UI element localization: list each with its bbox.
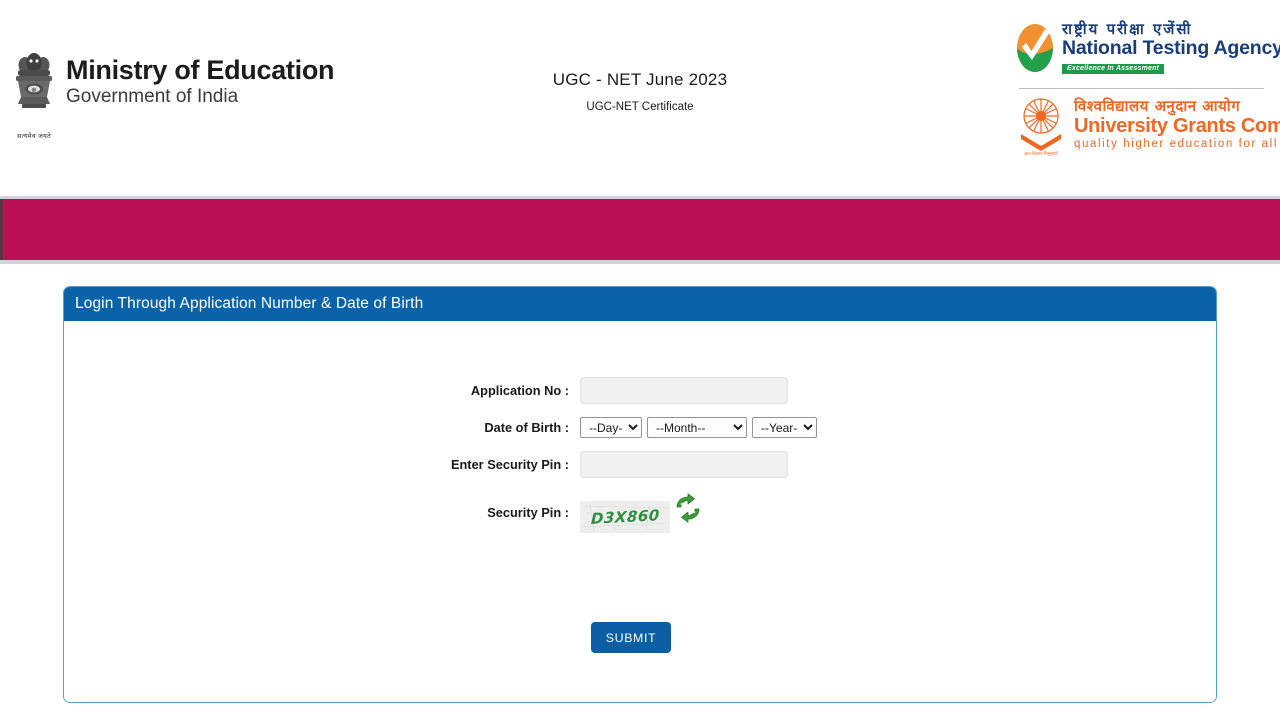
nta-checkmark-icon [1017, 24, 1053, 72]
dob-year-select[interactable]: --Year-- [752, 417, 817, 438]
exam-title-block: UGC - NET June 2023 UGC-NET Certificate [440, 70, 840, 113]
refresh-circular-arrows-icon [676, 493, 700, 523]
ugc-hindi-name: विश्वविद्यालय अनुदान आयोग [1074, 97, 1241, 116]
submit-row: SUBMIT [591, 622, 671, 653]
security-pin-row: Security Pin : D3X860 [64, 491, 1216, 533]
ugc-english-name: University Grants Commission [1074, 115, 1280, 138]
security-pin-input[interactable] [580, 451, 788, 478]
login-form: Application No : Date of Birth : --Day--… [64, 321, 1216, 702]
agency-logos: राष्ट्रीय परीक्षा एजेंसी National Testin… [1014, 14, 1280, 156]
navbar-items-container [3, 199, 1280, 260]
application-no-label: Application No : [470, 383, 569, 398]
emblem-caption: सत्यमेव जयते [17, 132, 51, 140]
date-of-birth-row: Date of Birth : --Day-- --Month-- --Year… [64, 417, 1216, 438]
enter-security-pin-row: Enter Security Pin : [64, 451, 1216, 478]
exam-name: UGC - NET June 2023 [552, 70, 728, 89]
svg-text:ज्ञान-विज्ञान विमुक्तये: ज्ञान-विज्ञान विमुक्तये [1024, 150, 1058, 156]
site-header: ☸ सत्यमेव जयते Ministry of Education Gov… [0, 0, 1280, 196]
security-pin-label: Security Pin : [487, 505, 569, 520]
logo-divider [1019, 88, 1264, 89]
refresh-captcha-button[interactable] [673, 493, 703, 523]
nta-tagline: Excellence In Assessment [1062, 63, 1165, 74]
ministry-subtitle: Government of India [66, 86, 239, 108]
captcha-image: D3X860 [580, 501, 670, 533]
dob-day-select[interactable]: --Day-- [580, 417, 642, 438]
nta-english-name: National Testing Agency [1062, 36, 1280, 59]
captcha-text: D3X860 [590, 506, 660, 528]
login-panel-title: Login Through Application Number & Date … [64, 287, 1216, 321]
application-no-input[interactable] [580, 377, 788, 404]
login-panel: Login Through Application Number & Date … [63, 286, 1217, 703]
nta-hindi-name: राष्ट्रीय परीक्षा एजेंसी [1062, 19, 1193, 38]
svg-text:☸: ☸ [31, 87, 36, 94]
enter-security-pin-label: Enter Security Pin : [450, 457, 569, 472]
ugc-logo: ज्ञान-विज्ञान विमुक्तये विश्वविद्यालय अन… [1014, 94, 1280, 156]
ugc-tagline: quality higher education for all [1074, 138, 1278, 151]
application-no-row: Application No : [64, 377, 1216, 404]
nta-logo: राष्ट्रीय परीक्षा एजेंसी National Testin… [1014, 14, 1280, 82]
ministry-title: Ministry of Education [66, 55, 335, 85]
exam-subtitle: UGC-NET Certificate [586, 101, 694, 113]
submit-button[interactable]: SUBMIT [591, 622, 671, 653]
ashoka-lion-capital-icon: ☸ सत्यमेव जयते [10, 52, 58, 140]
main-navigation-bar[interactable] [0, 196, 1280, 264]
dob-month-select[interactable]: --Month-- [647, 417, 747, 438]
date-of-birth-label: Date of Birth : [484, 420, 569, 435]
ministry-of-education-logo: ☸ सत्यमेव जयते Ministry of Education Gov… [10, 52, 335, 140]
ugc-chakra-icon: ज्ञान-विज्ञान विमुक्तये [1021, 98, 1061, 156]
